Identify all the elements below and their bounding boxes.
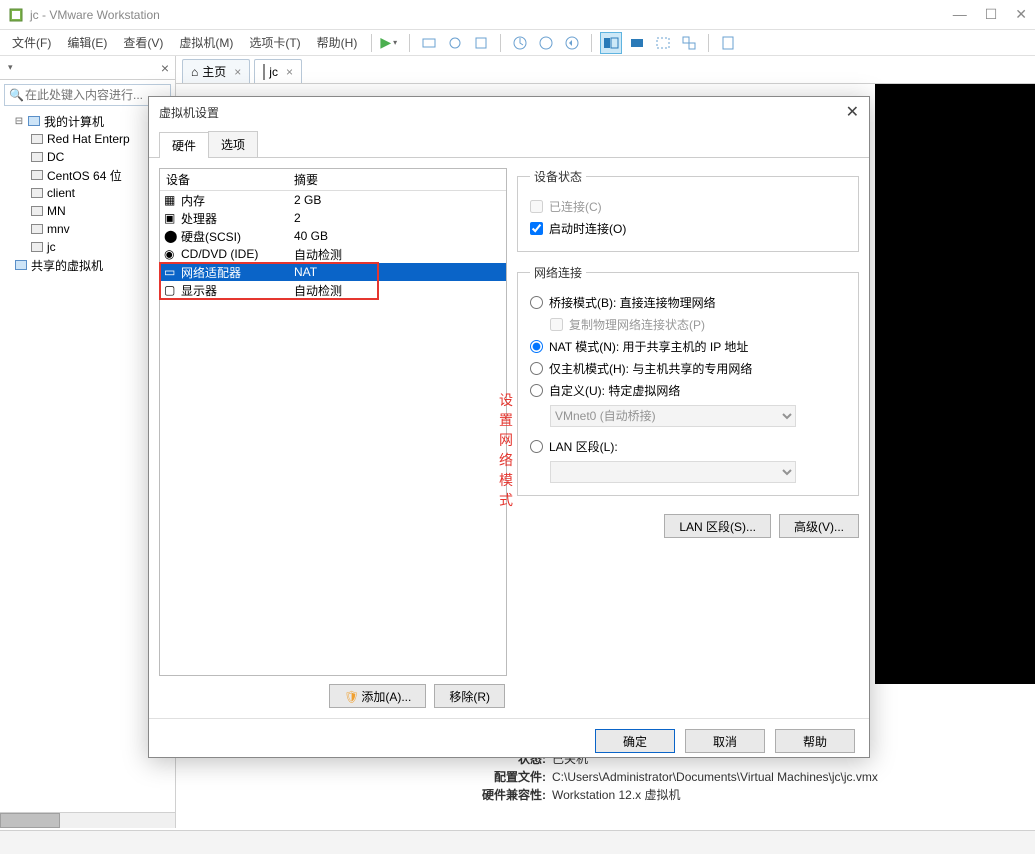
add-hardware-button[interactable]: 🛡添加(A)... (329, 684, 426, 708)
vmnet-select: VMnet0 (自动桥接) (550, 405, 796, 427)
radio-lan-segment[interactable]: LAN 区段(L): (530, 435, 846, 457)
hw-row-disk[interactable]: ⬤硬盘(SCSI)40 GB (160, 227, 506, 245)
cpu-icon: ▣ (164, 211, 178, 225)
menubar: 文件(F) 编辑(E) 查看(V) 虚拟机(M) 选项卡(T) 帮助(H) ▶ … (0, 30, 1035, 56)
cd-icon: ◉ (164, 247, 178, 261)
computer-icon (27, 114, 41, 128)
content-tabbar: ⌂ 主页 × jc × (176, 56, 1035, 84)
menu-tabs[interactable]: 选项卡(T) (241, 31, 308, 54)
sidebar-scrollbar[interactable] (0, 812, 175, 828)
device-status-group: 设备状态 已连接(C) 启动时连接(O) (517, 168, 859, 252)
disk-icon: ⬤ (164, 229, 178, 243)
titlebar: jc - VMware Workstation — ☐ ✕ (0, 0, 1035, 30)
vm-icon (30, 132, 44, 146)
tab-options[interactable]: 选项 (208, 131, 258, 157)
cancel-button[interactable]: 取消 (685, 729, 765, 753)
chevron-down-icon: ▾ (8, 62, 13, 73)
snapshot-revert-icon[interactable] (561, 32, 583, 54)
hardware-list-header: 设备 摘要 (160, 169, 506, 191)
view-mode-2-icon[interactable] (626, 32, 648, 54)
tb-icon-2[interactable] (444, 32, 466, 54)
lan-segment-select (550, 461, 796, 483)
red-annotation: 设置网络模式 (499, 390, 513, 510)
vm-preview (875, 84, 1035, 684)
close-button[interactable]: ✕ (1015, 6, 1027, 23)
hardware-list: 设备 摘要 ▦内存2 GB ▣处理器2 ⬤硬盘(SCSI)40 GB ◉CD/D… (159, 168, 507, 676)
home-icon: ⌂ (191, 65, 198, 79)
vm-icon (30, 222, 44, 236)
vm-settings-dialog: 虚拟机设置 ✕ 硬件 选项 设置网络模式 设备 摘要 ▦内存2 GB ▣处理器2… (148, 96, 870, 758)
remove-hardware-button[interactable]: 移除(R) (434, 684, 505, 708)
radio-hostonly[interactable]: 仅主机模式(H): 与主机共享的专用网络 (530, 357, 846, 379)
dialog-footer: 确定 取消 帮助 (149, 718, 869, 763)
maximize-button[interactable]: ☐ (985, 6, 998, 23)
hw-row-network[interactable]: ▭网络适配器NAT (160, 263, 506, 281)
vm-icon (30, 204, 44, 218)
lan-segments-button[interactable]: LAN 区段(S)... (664, 514, 771, 538)
network-icon: ▭ (164, 265, 178, 279)
hw-row-display[interactable]: ▢显示器自动检测 (160, 281, 506, 299)
tb-icon-1[interactable] (418, 32, 440, 54)
vm-icon (30, 240, 44, 254)
display-icon: ▢ (164, 283, 178, 297)
network-connection-group: 网络连接 桥接模式(B): 直接连接物理网络 复制物理网络连接状态(P) NAT… (517, 264, 859, 496)
power-on-button[interactable]: ▶ (378, 34, 393, 51)
radio-nat[interactable]: NAT 模式(N): 用于共享主机的 IP 地址 (530, 335, 846, 357)
snapshot-icon[interactable] (509, 32, 531, 54)
library-icon[interactable] (717, 32, 739, 54)
menu-file[interactable]: 文件(F) (4, 31, 59, 54)
app-icon (8, 7, 24, 23)
window-title: jc - VMware Workstation (30, 8, 160, 22)
hw-row-cddvd[interactable]: ◉CD/DVD (IDE)自动检测 (160, 245, 506, 263)
fullscreen-icon[interactable] (652, 32, 674, 54)
minimize-button[interactable]: — (953, 6, 967, 23)
snapshot-mgr-icon[interactable] (535, 32, 557, 54)
help-button[interactable]: 帮助 (775, 729, 855, 753)
advanced-button[interactable]: 高级(V)... (779, 514, 859, 538)
hw-row-memory[interactable]: ▦内存2 GB (160, 191, 506, 209)
vm-icon (30, 150, 44, 164)
menu-help[interactable]: 帮助(H) (309, 31, 366, 54)
vm-icon (30, 186, 44, 200)
vm-icon (30, 168, 44, 182)
menu-view[interactable]: 查看(V) (115, 31, 171, 54)
tab-jc[interactable]: jc × (254, 59, 302, 83)
shield-icon: 🛡 (344, 690, 359, 704)
replicate-checkbox: 复制物理网络连接状态(P) (530, 313, 846, 335)
ok-button[interactable]: 确定 (595, 729, 675, 753)
hw-row-cpu[interactable]: ▣处理器2 (160, 209, 506, 227)
tab-close-icon[interactable]: × (286, 65, 293, 79)
radio-custom[interactable]: 自定义(U): 特定虚拟网络 (530, 379, 846, 401)
hardware-detail-panel: 设备状态 已连接(C) 启动时连接(O) 网络连接 桥接模式(B): 直接连接物… (517, 168, 859, 708)
memory-icon: ▦ (164, 193, 178, 207)
dialog-tabs: 硬件 选项 (149, 127, 869, 158)
dialog-close-button[interactable]: ✕ (846, 102, 859, 122)
menu-edit[interactable]: 编辑(E) (59, 31, 115, 54)
view-mode-1-icon[interactable] (600, 32, 622, 54)
menu-vm[interactable]: 虚拟机(M) (171, 31, 241, 54)
radio-bridged[interactable]: 桥接模式(B): 直接连接物理网络 (530, 291, 846, 313)
connected-checkbox: 已连接(C) (530, 195, 846, 217)
sidebar-close-icon[interactable]: × (161, 60, 169, 76)
dialog-title: 虚拟机设置 (159, 104, 219, 121)
sidebar-tab[interactable]: ▾ × (0, 56, 175, 80)
tab-home[interactable]: ⌂ 主页 × (182, 59, 250, 83)
library-search-input[interactable] (4, 84, 171, 106)
search-icon: 🔍 (9, 88, 24, 102)
vm-icon (263, 65, 265, 79)
tab-close-icon[interactable]: × (234, 65, 241, 79)
statusbar (0, 830, 1035, 854)
tb-icon-3[interactable] (470, 32, 492, 54)
tab-hardware[interactable]: 硬件 (159, 132, 209, 158)
unity-icon[interactable] (678, 32, 700, 54)
dialog-titlebar: 虚拟机设置 ✕ (149, 97, 869, 127)
power-dropdown[interactable]: ▾ (393, 38, 403, 47)
shared-icon (14, 258, 28, 272)
connect-at-poweron-checkbox[interactable]: 启动时连接(O) (530, 217, 846, 239)
